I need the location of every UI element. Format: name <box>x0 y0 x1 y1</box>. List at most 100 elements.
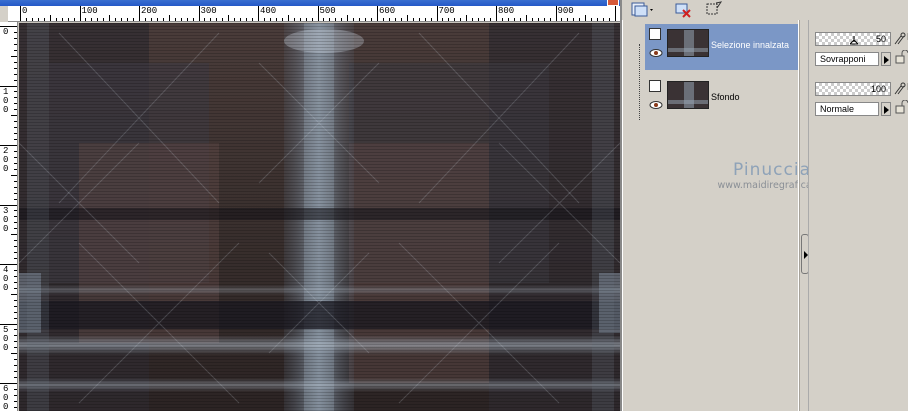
ruler-label: 400 <box>3 265 9 293</box>
ruler-tick <box>139 6 140 21</box>
ruler-tick <box>14 61 17 63</box>
layers-list: Selezione innalzata Sfondo Pinuccia www.… <box>645 24 827 411</box>
ruler-label: 500 <box>319 6 336 16</box>
ruler-tick <box>168 15 170 21</box>
ruler-label: 600 <box>379 6 396 16</box>
ruler-tick <box>97 18 99 21</box>
eye-icon[interactable] <box>649 48 663 58</box>
eye-icon[interactable] <box>649 100 663 110</box>
ruler-tick <box>269 18 271 21</box>
ruler-tick <box>14 97 17 99</box>
ruler-tick <box>281 18 283 21</box>
ruler-tick <box>311 18 313 21</box>
ruler-tick <box>240 18 242 21</box>
ruler-tick <box>490 18 492 21</box>
ruler-tick <box>14 127 17 129</box>
ruler-tick <box>14 43 17 45</box>
link-icon[interactable] <box>893 82 907 96</box>
blend-mode-arrow-icon[interactable] <box>881 52 891 66</box>
ruler-tick <box>14 156 17 158</box>
ruler-tick <box>603 18 605 21</box>
ruler-tick <box>25 18 27 21</box>
blend-mode-select[interactable]: Normale <box>815 102 879 116</box>
ruler-tick <box>14 335 17 337</box>
ruler-tick <box>14 299 17 301</box>
lock-icon[interactable] <box>895 100 908 114</box>
slider-thumb-icon[interactable] <box>850 36 858 45</box>
ruler-tick <box>222 18 224 21</box>
ruler-tick <box>14 275 17 277</box>
ruler-tick <box>73 18 75 21</box>
layer-row-sfondo[interactable]: Sfondo <box>645 76 799 122</box>
ruler-tick <box>43 18 45 21</box>
link-icon[interactable] <box>893 32 907 46</box>
ruler-tick <box>14 222 17 224</box>
ruler-tick <box>454 18 456 21</box>
delete-layer-icon[interactable] <box>674 1 694 19</box>
ruler-corner <box>0 6 8 22</box>
lock-icon[interactable] <box>895 50 908 64</box>
layer-name: Selezione innalzata <box>711 40 790 50</box>
ruler-tick <box>412 18 414 21</box>
opacity-slider[interactable]: 100 <box>815 82 891 96</box>
ruler-tick <box>14 133 17 135</box>
ruler-tick <box>14 281 17 283</box>
canvas-area: 0 100 200 300 400 500 600 700 800 900 0 100 200 300 4… <box>0 0 622 411</box>
ruler-tick <box>180 18 182 21</box>
ruler-tick <box>144 18 146 21</box>
layer-type-icon <box>649 80 661 92</box>
ruler-label: 400 <box>260 6 277 16</box>
ruler-tick <box>597 18 599 21</box>
ruler-tick <box>460 18 462 21</box>
blend-mode-select[interactable]: Sovrapponi <box>815 52 879 66</box>
ruler-tick <box>14 216 17 218</box>
ruler-tick <box>14 139 17 141</box>
layer-properties-panel: 50 N Sovrapponi 100 N Normale <box>808 20 908 411</box>
ruler-tick <box>133 18 135 21</box>
ruler-tick <box>61 18 63 21</box>
mask-icon[interactable] <box>704 1 724 19</box>
ruler-tick <box>20 6 21 21</box>
ruler-tick <box>14 371 17 373</box>
ruler-tick <box>14 240 17 242</box>
ruler-tick <box>543 18 545 21</box>
ruler-label: 300 <box>200 6 217 16</box>
ruler-tick <box>14 406 17 408</box>
panel-divider <box>798 20 800 411</box>
blend-mode-arrow-icon[interactable] <box>881 102 891 116</box>
ruler-tick <box>49 15 51 21</box>
ruler-label: 800 <box>498 6 515 16</box>
ruler-label: 100 <box>3 86 9 115</box>
layer-type-icon <box>649 28 661 40</box>
ruler-tick <box>121 18 123 21</box>
ruler-tick <box>192 18 194 21</box>
ruler-tick <box>103 18 105 21</box>
ruler-tick <box>85 18 87 21</box>
ruler-tick <box>14 311 17 313</box>
opacity-slider[interactable]: 50 <box>815 32 891 46</box>
layer-tree-line <box>639 44 640 120</box>
ruler-label: 0 <box>3 27 9 37</box>
ruler-tick <box>347 15 349 21</box>
layer-row-selezione[interactable]: Selezione innalzata <box>645 24 799 70</box>
ruler-tick <box>14 31 17 33</box>
ruler-tick <box>11 55 17 57</box>
layer-name: Sfondo <box>711 92 740 102</box>
ruler-tick <box>258 6 259 21</box>
new-layer-icon[interactable] <box>630 1 653 19</box>
ruler-tick <box>472 18 474 21</box>
layers-panel: Selezione innalzata Sfondo Pinuccia www.… <box>622 20 827 411</box>
ruler-tick <box>299 18 301 21</box>
ruler-tick <box>555 6 557 21</box>
image-canvas[interactable] <box>19 23 620 411</box>
ruler-tick <box>198 6 200 21</box>
ruler-tick <box>14 210 17 212</box>
ruler-tick <box>293 18 295 21</box>
ruler-tick <box>442 18 444 21</box>
ruler-tick <box>204 18 206 21</box>
ruler-tick <box>615 6 616 21</box>
ruler-tick <box>537 18 539 21</box>
ruler-tick <box>14 305 17 307</box>
ruler-tick <box>14 258 17 260</box>
ruler-tick <box>525 15 527 21</box>
